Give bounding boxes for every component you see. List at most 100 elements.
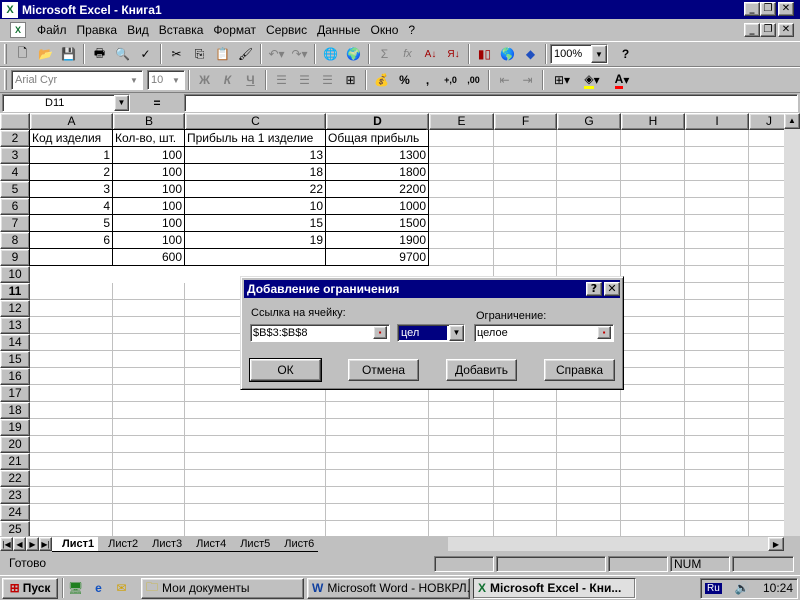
row-header-20[interactable]: 20 [0,436,30,453]
cell-i4[interactable] [685,164,749,181]
chart-wizard-icon[interactable]: ▮▯ [473,43,496,65]
cell-h4[interactable] [621,164,685,181]
row-header-16[interactable]: 16 [0,368,30,385]
menu-help[interactable]: ? [403,23,420,37]
cell-a23[interactable] [30,487,113,504]
redo-icon[interactable]: ↷▾ [288,43,311,65]
name-box[interactable]: D11 ▼ [2,94,130,112]
cell-i2[interactable] [685,130,749,147]
column-header-g[interactable]: G [557,113,621,130]
cell-e20[interactable] [429,436,494,453]
cell-d22[interactable] [326,470,429,487]
cell-b15[interactable] [113,351,185,368]
function-icon[interactable]: fx [396,43,419,65]
menu-data[interactable]: Данные [312,23,365,37]
cell-h18[interactable] [621,402,685,419]
spelling-icon[interactable]: ✓ [134,43,157,65]
cell-b11[interactable] [113,283,185,300]
cell-a22[interactable] [30,470,113,487]
row-header-15[interactable]: 15 [0,351,30,368]
cell-h11[interactable] [621,283,685,300]
row-header-19[interactable]: 19 [0,419,30,436]
cell-i5[interactable] [685,181,749,198]
cell-a16[interactable] [30,368,113,385]
row-header-14[interactable]: 14 [0,334,30,351]
next-sheet-icon[interactable]: ▶ [26,537,39,551]
cell-j7[interactable] [749,215,789,232]
font-size-select[interactable]: 10 ▼ [147,70,185,90]
cell-i3[interactable] [685,147,749,164]
clock[interactable]: 10:24 [763,581,793,595]
cell-h7[interactable] [621,215,685,232]
cell-e5[interactable] [429,181,494,198]
cell-i23[interactable] [685,487,749,504]
menu-view[interactable]: Вид [122,23,154,37]
cell-i8[interactable] [685,232,749,249]
sheet-tab-4[interactable]: Лист4 [186,537,231,552]
cell-d23[interactable] [326,487,429,504]
cell-h8[interactable] [621,232,685,249]
cell-a19[interactable] [30,419,113,436]
sort-descending-icon[interactable]: Я↓ [442,43,465,65]
align-right-icon[interactable]: ☰ [316,69,339,91]
cell-f21[interactable] [494,453,557,470]
task-word[interactable]: W Microsoft Word - НОВКРЛ... [307,577,470,599]
cell-e6[interactable] [429,198,494,215]
increase-indent-icon[interactable]: ⇥ [516,69,539,91]
cell-a12[interactable] [30,300,113,317]
cell-g21[interactable] [557,453,621,470]
language-indicator[interactable]: Ru [705,582,722,594]
row-header-9[interactable]: 9 [0,249,30,266]
formula-input[interactable] [184,94,798,112]
doc-close-button[interactable]: ✕ [778,23,794,37]
cell-b18[interactable] [113,402,185,419]
cell-h17[interactable] [621,385,685,402]
chevron-down-icon[interactable]: ▼ [168,71,184,89]
row-header-4[interactable]: 4 [0,164,30,181]
cell-f22[interactable] [494,470,557,487]
hyperlink-icon[interactable]: 🌐 [319,43,342,65]
column-header-a[interactable]: A [30,113,113,130]
cell-j13[interactable] [749,317,789,334]
row-header-24[interactable]: 24 [0,504,30,521]
cell-h13[interactable] [621,317,685,334]
cell-c23[interactable] [185,487,326,504]
cell-c25[interactable] [185,521,326,536]
cell-b17[interactable] [113,385,185,402]
cell-e24[interactable] [429,504,494,521]
cell-j10[interactable] [749,266,789,283]
cell-j4[interactable] [749,164,789,181]
cell-e7[interactable] [429,215,494,232]
cell-j5[interactable] [749,181,789,198]
cell-c3[interactable]: 13 [185,147,326,164]
cell-d18[interactable] [326,402,429,419]
increase-decimal-button[interactable]: +,0 [439,69,462,91]
chevron-down-icon[interactable]: ▼ [591,45,607,63]
cell-j2[interactable] [749,130,789,147]
constraint-input[interactable]: целое ▪ [474,324,614,342]
row-header-22[interactable]: 22 [0,470,30,487]
cell-c8[interactable]: 19 [185,232,326,249]
cell-b9[interactable]: 600 [113,249,185,266]
menu-format[interactable]: Формат [208,23,261,37]
cell-d5[interactable]: 2200 [326,181,429,198]
cell-h25[interactable] [621,521,685,536]
column-header-b[interactable]: B [113,113,185,130]
cell-j19[interactable] [749,419,789,436]
cell-i11[interactable] [685,283,749,300]
cell-h19[interactable] [621,419,685,436]
map-icon[interactable]: 🌎 [496,43,519,65]
cell-j12[interactable] [749,300,789,317]
minimize-button[interactable]: _ [744,2,760,16]
cell-i25[interactable] [685,521,749,536]
cell-d25[interactable] [326,521,429,536]
cell-a2[interactable]: Код изделия [30,130,113,147]
dialog-help-icon[interactable]: ? [586,282,602,296]
cell-b14[interactable] [113,334,185,351]
cell-b4[interactable]: 100 [113,164,185,181]
row-header-3[interactable]: 3 [0,147,30,164]
cell-g25[interactable] [557,521,621,536]
cell-d24[interactable] [326,504,429,521]
cell-j15[interactable] [749,351,789,368]
cell-i18[interactable] [685,402,749,419]
